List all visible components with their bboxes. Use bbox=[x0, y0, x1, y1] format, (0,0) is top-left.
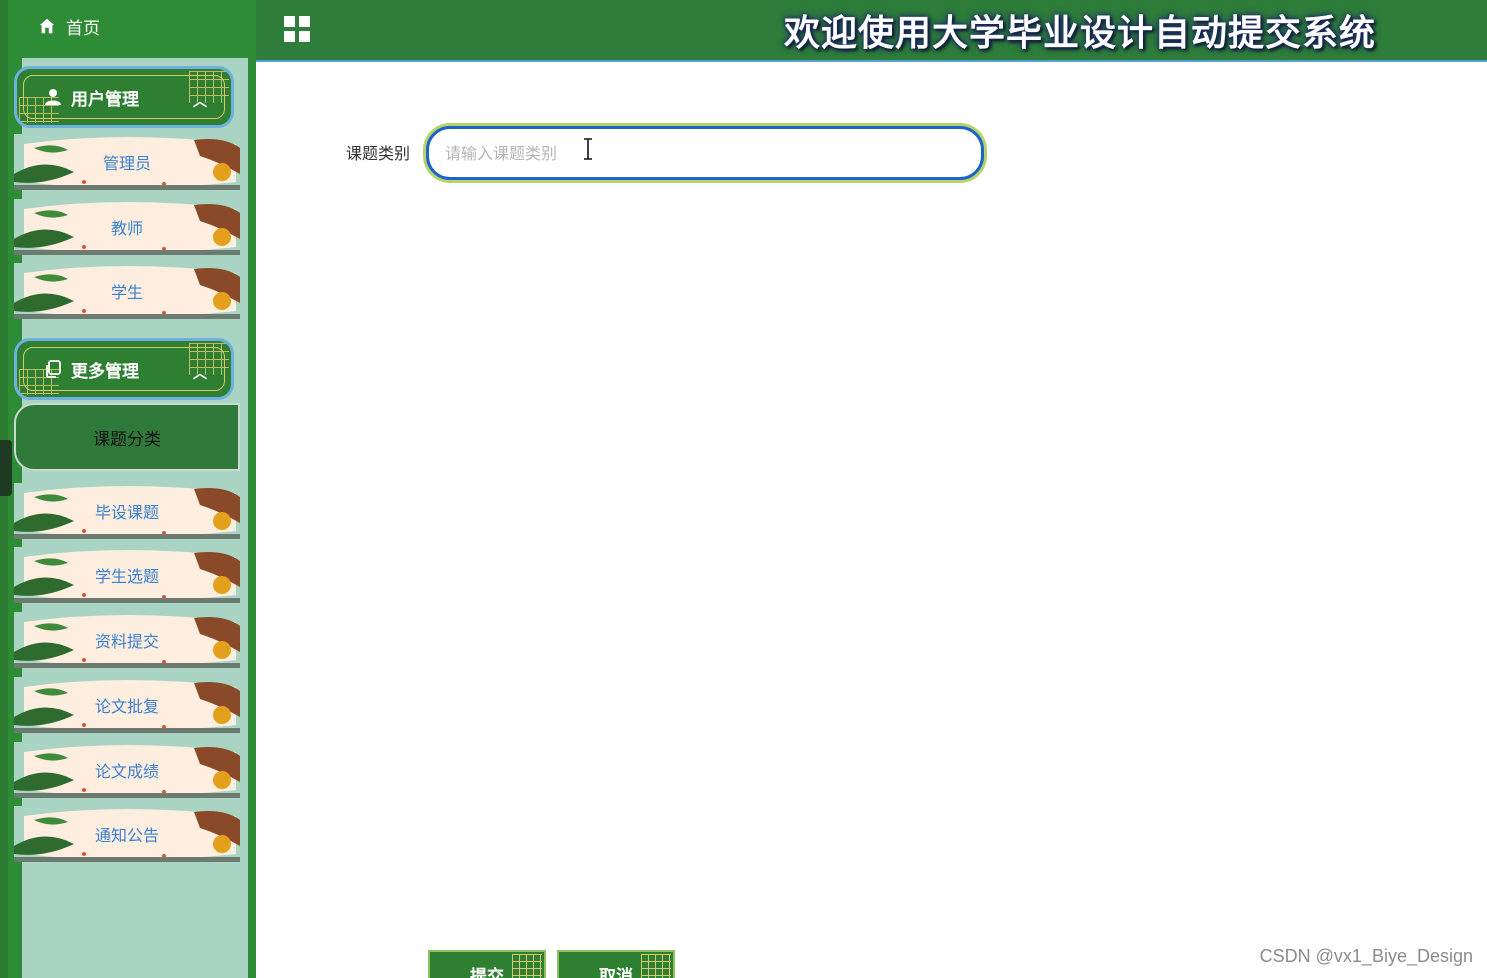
chevron-up-icon: ︿ bbox=[193, 366, 207, 382]
topic-category-input[interactable] bbox=[426, 126, 984, 180]
sidebar-item-label: 通知公告 bbox=[94, 826, 159, 845]
sidebar-item-label: 论文批复 bbox=[94, 697, 159, 716]
home-icon bbox=[39, 18, 55, 34]
sidebar-item-student[interactable]: 学生 bbox=[14, 263, 240, 319]
sidebar-item-thesis-review[interactable]: 论文批复 bbox=[14, 677, 240, 733]
sidebar-item-topic-selection[interactable]: 学生选题 bbox=[14, 547, 240, 603]
sidebar-item-label: 管理员 bbox=[102, 154, 151, 173]
submit-button[interactable]: 提交 bbox=[428, 950, 546, 978]
sidebar-item-label: 课题分类 bbox=[93, 429, 161, 450]
copy-icon bbox=[46, 360, 61, 378]
sidebar-item-label: 资料提交 bbox=[94, 632, 159, 651]
sidebar-item-label: 学生选题 bbox=[94, 567, 159, 586]
top-header: 欢迎使用大学毕业设计自动提交系统 bbox=[256, 0, 1487, 62]
cancel-button-label: 取消 bbox=[599, 967, 633, 978]
sidebar-item-graduation-topics[interactable]: 毕设课题 bbox=[14, 483, 240, 539]
topic-category-label: 课题类别 bbox=[346, 144, 411, 163]
home-nav-item[interactable]: 首页 bbox=[8, 0, 256, 52]
sidebar-item-topic-category[interactable]: 课题分类 bbox=[14, 403, 240, 471]
chevron-up-icon: ︿ bbox=[193, 94, 207, 110]
home-label: 首页 bbox=[66, 18, 100, 39]
sidebar-item-thesis-grades[interactable]: 论文成绩 bbox=[14, 742, 240, 798]
menu-group-label: 更多管理 bbox=[71, 361, 139, 382]
sidebar-item-admin[interactable]: 管理员 bbox=[14, 134, 240, 190]
sidebar-item-label: 学生 bbox=[110, 283, 143, 302]
grid-icon[interactable] bbox=[284, 16, 310, 42]
menu-group-label: 用户管理 bbox=[71, 89, 139, 110]
system-title: 欢迎使用大学毕业设计自动提交系统 bbox=[784, 13, 1377, 54]
sidebar-item-notices[interactable]: 通知公告 bbox=[14, 806, 240, 862]
sidebar-collapse-handle[interactable] bbox=[0, 440, 12, 496]
sidebar-item-label: 毕设课题 bbox=[94, 503, 159, 522]
cancel-button[interactable]: 取消 bbox=[557, 950, 675, 978]
submit-button-label: 提交 bbox=[470, 967, 504, 978]
user-icon bbox=[45, 89, 61, 105]
text-cursor-icon bbox=[584, 138, 592, 160]
sidebar-item-label: 教师 bbox=[110, 219, 143, 238]
sidebar-item-label: 论文成绩 bbox=[94, 762, 159, 781]
sidebar-item-document-submission[interactable]: 资料提交 bbox=[14, 612, 240, 668]
sidebar-item-teacher[interactable]: 教师 bbox=[14, 199, 240, 255]
watermark: CSDN @vx1_Biye_Design bbox=[1259, 946, 1473, 966]
menu-group-more-management[interactable]: 更多管理 ︿ bbox=[14, 338, 234, 400]
menu-group-user-management[interactable]: 用户管理 ︿ bbox=[14, 66, 234, 128]
